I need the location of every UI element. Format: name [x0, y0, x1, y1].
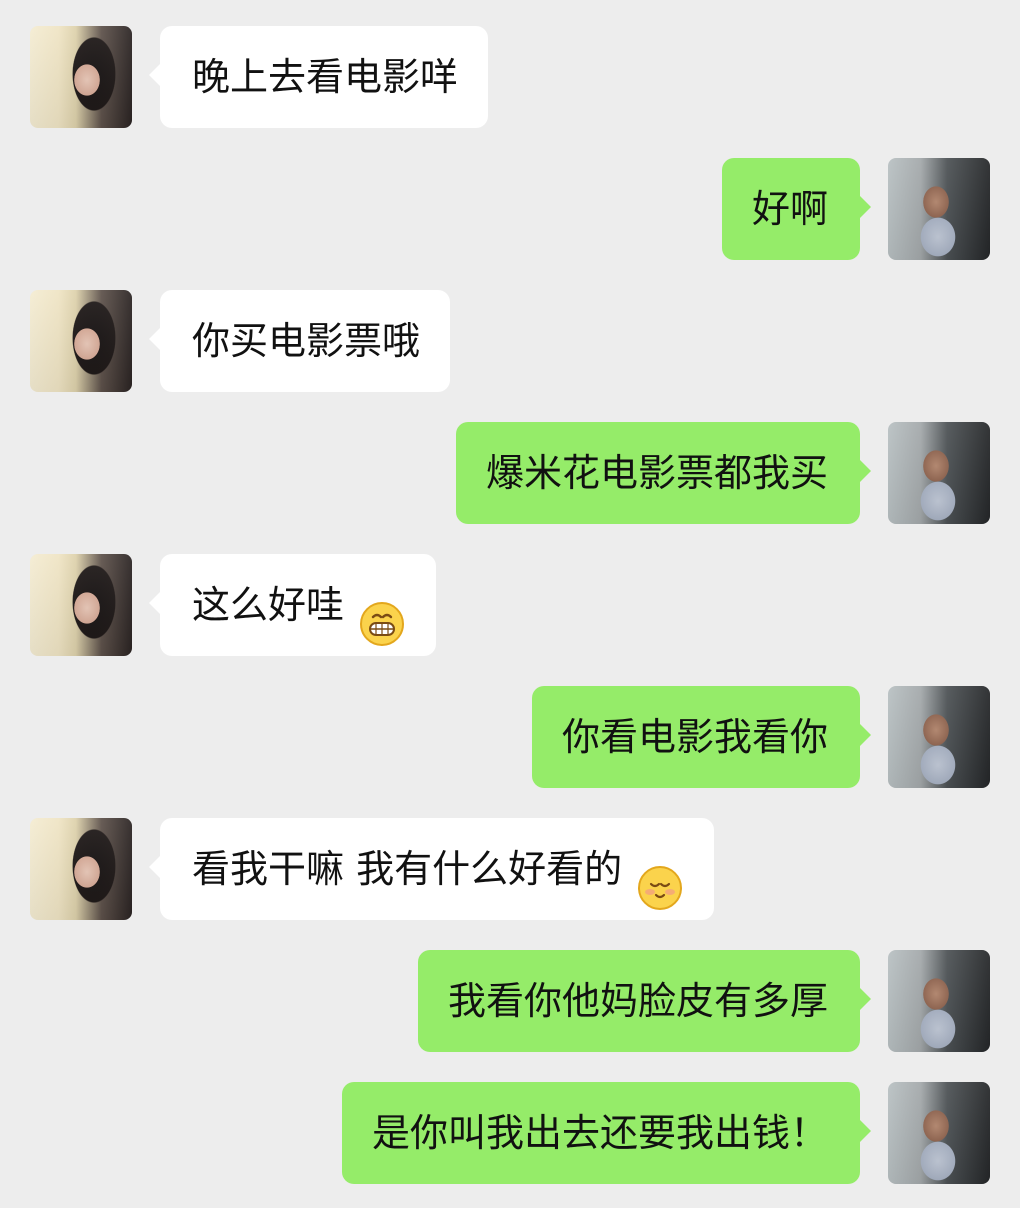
- message-text: 爆米花电影票都我买: [485, 451, 828, 495]
- message-text: 你看电影我看你: [561, 715, 828, 759]
- contact-avatar[interactable]: [30, 818, 132, 920]
- shy-smile-emoji-icon: [636, 848, 684, 910]
- contact-avatar[interactable]: [30, 290, 132, 392]
- message-text: 这么好哇: [192, 583, 345, 627]
- message-bubble[interactable]: 你看电影我看你: [531, 686, 872, 788]
- grin-emoji-icon: [358, 584, 406, 646]
- outgoing-message-4: 我看你他妈脸皮有多厚: [0, 950, 1020, 1052]
- message-bubble[interactable]: 看我干嘛 我有什么好看的: [148, 818, 715, 920]
- contact-avatar[interactable]: [30, 554, 132, 656]
- message-bubble[interactable]: 爆米花电影票都我买: [455, 422, 872, 524]
- outgoing-message-1: 好啊: [0, 158, 1020, 260]
- incoming-message-4: 看我干嘛 我有什么好看的: [0, 818, 1020, 920]
- user-avatar[interactable]: [888, 686, 990, 788]
- message-text: 看我干嘛 我有什么好看的: [192, 847, 623, 891]
- chat-thread: 晚上去看电影咩 好啊 你买电影票哦 爆米花电影票都我买 这么好哇 你看电影我看你…: [0, 0, 1020, 1208]
- outgoing-message-3: 你看电影我看你: [0, 686, 1020, 788]
- outgoing-message-2: 爆米花电影票都我买: [0, 422, 1020, 524]
- message-bubble[interactable]: 好啊: [721, 158, 872, 260]
- message-text: 我看你他妈脸皮有多厚: [447, 979, 828, 1023]
- user-avatar[interactable]: [888, 158, 990, 260]
- incoming-message-3: 这么好哇: [0, 554, 1020, 656]
- message-bubble[interactable]: 我看你他妈脸皮有多厚: [417, 950, 872, 1052]
- message-text: 好啊: [751, 187, 828, 231]
- outgoing-message-5: 是你叫我出去还要我出钱！: [0, 1082, 1020, 1184]
- contact-avatar[interactable]: [30, 26, 132, 128]
- message-text: 你买电影票哦: [192, 319, 421, 363]
- message-text: 晚上去看电影咩: [192, 55, 459, 99]
- message-bubble[interactable]: 这么好哇: [148, 554, 437, 656]
- incoming-message-2: 你买电影票哦: [0, 290, 1020, 392]
- message-text: 是你叫我出去还要我出钱！: [371, 1111, 828, 1155]
- message-bubble[interactable]: 你买电影票哦: [148, 290, 451, 392]
- message-bubble[interactable]: 是你叫我出去还要我出钱！: [341, 1082, 872, 1184]
- message-bubble[interactable]: 晚上去看电影咩: [148, 26, 489, 128]
- incoming-message-1: 晚上去看电影咩: [0, 26, 1020, 128]
- user-avatar[interactable]: [888, 1082, 990, 1184]
- user-avatar[interactable]: [888, 422, 990, 524]
- user-avatar[interactable]: [888, 950, 990, 1052]
